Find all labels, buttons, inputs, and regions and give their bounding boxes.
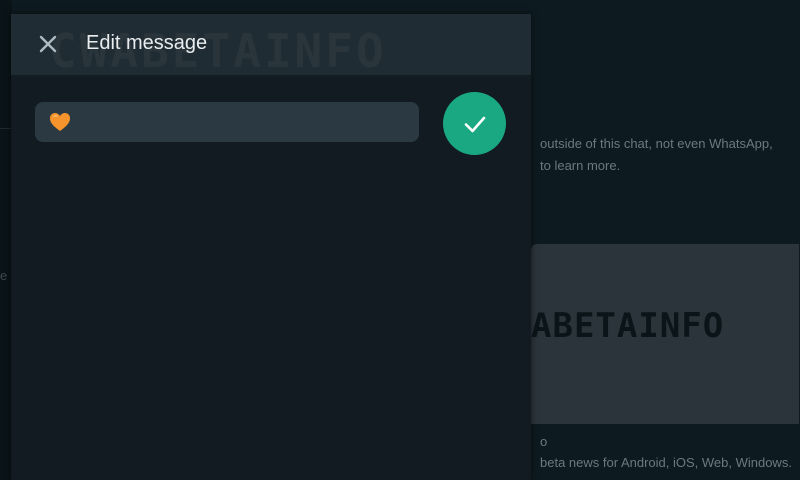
background-encryption-text-line1: outside of this chat, not even WhatsApp, bbox=[540, 136, 773, 151]
check-icon bbox=[464, 116, 485, 132]
background-fragment-text: e bbox=[0, 268, 8, 283]
background-link-preview-description: beta news for Android, iOS, Web, Windows… bbox=[540, 455, 792, 470]
edit-message-panel: CWABETAINFO Edit message bbox=[11, 14, 531, 480]
background-link-preview-logo: ABETAINFO bbox=[531, 306, 725, 346]
message-edit-input[interactable] bbox=[35, 102, 419, 142]
panel-header: CWABETAINFO Edit message bbox=[11, 14, 531, 78]
close-icon bbox=[39, 35, 57, 53]
panel-title: Edit message bbox=[86, 32, 208, 54]
confirm-edit-button[interactable] bbox=[443, 92, 506, 155]
screen: e outside of this chat, not even WhatsAp… bbox=[0, 0, 800, 480]
close-button[interactable] bbox=[37, 33, 59, 55]
background-link-preview-title: o bbox=[540, 434, 548, 449]
orange-heart-emoji-icon bbox=[50, 113, 70, 131]
background-encryption-text-line2: to learn more. bbox=[540, 158, 621, 173]
